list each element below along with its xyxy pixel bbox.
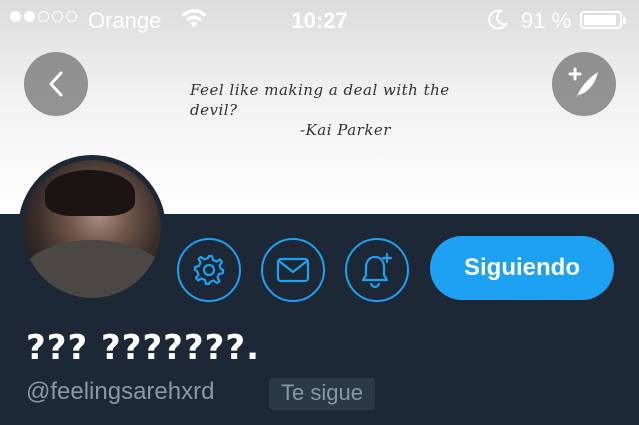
quote-line-1: Feel like making a deal with the [190,81,450,99]
battery-icon [580,11,626,29]
profile-handle: @feelingsarehxrd [26,378,215,405]
battery-percentage: 91 % [521,8,572,33]
direct-message-button[interactable] [261,238,325,302]
compose-icon [568,67,598,98]
mail-icon [276,257,310,283]
back-button[interactable] [24,52,88,116]
settings-icon [193,254,225,286]
quote-signature: -Kai Parker [300,121,391,139]
profile-display-name: ??? ???????. [26,328,260,368]
bell-plus-icon [361,252,393,289]
quote-line-2: devil? [190,101,238,119]
notifications-button[interactable] [345,238,409,302]
compose-tweet-button[interactable] [552,52,616,116]
follows-you-badge: Te sigue [269,378,375,410]
moon-icon [487,8,509,36]
avatar-photo [23,160,161,298]
status-bar: Orange 10:27 91 % [0,0,639,40]
settings-button[interactable] [177,238,241,302]
avatar[interactable] [18,155,166,303]
back-icon [49,71,63,97]
following-button[interactable]: Siguiendo [430,236,614,300]
banner-quote: Feel like making a deal with the devil? … [190,80,490,140]
